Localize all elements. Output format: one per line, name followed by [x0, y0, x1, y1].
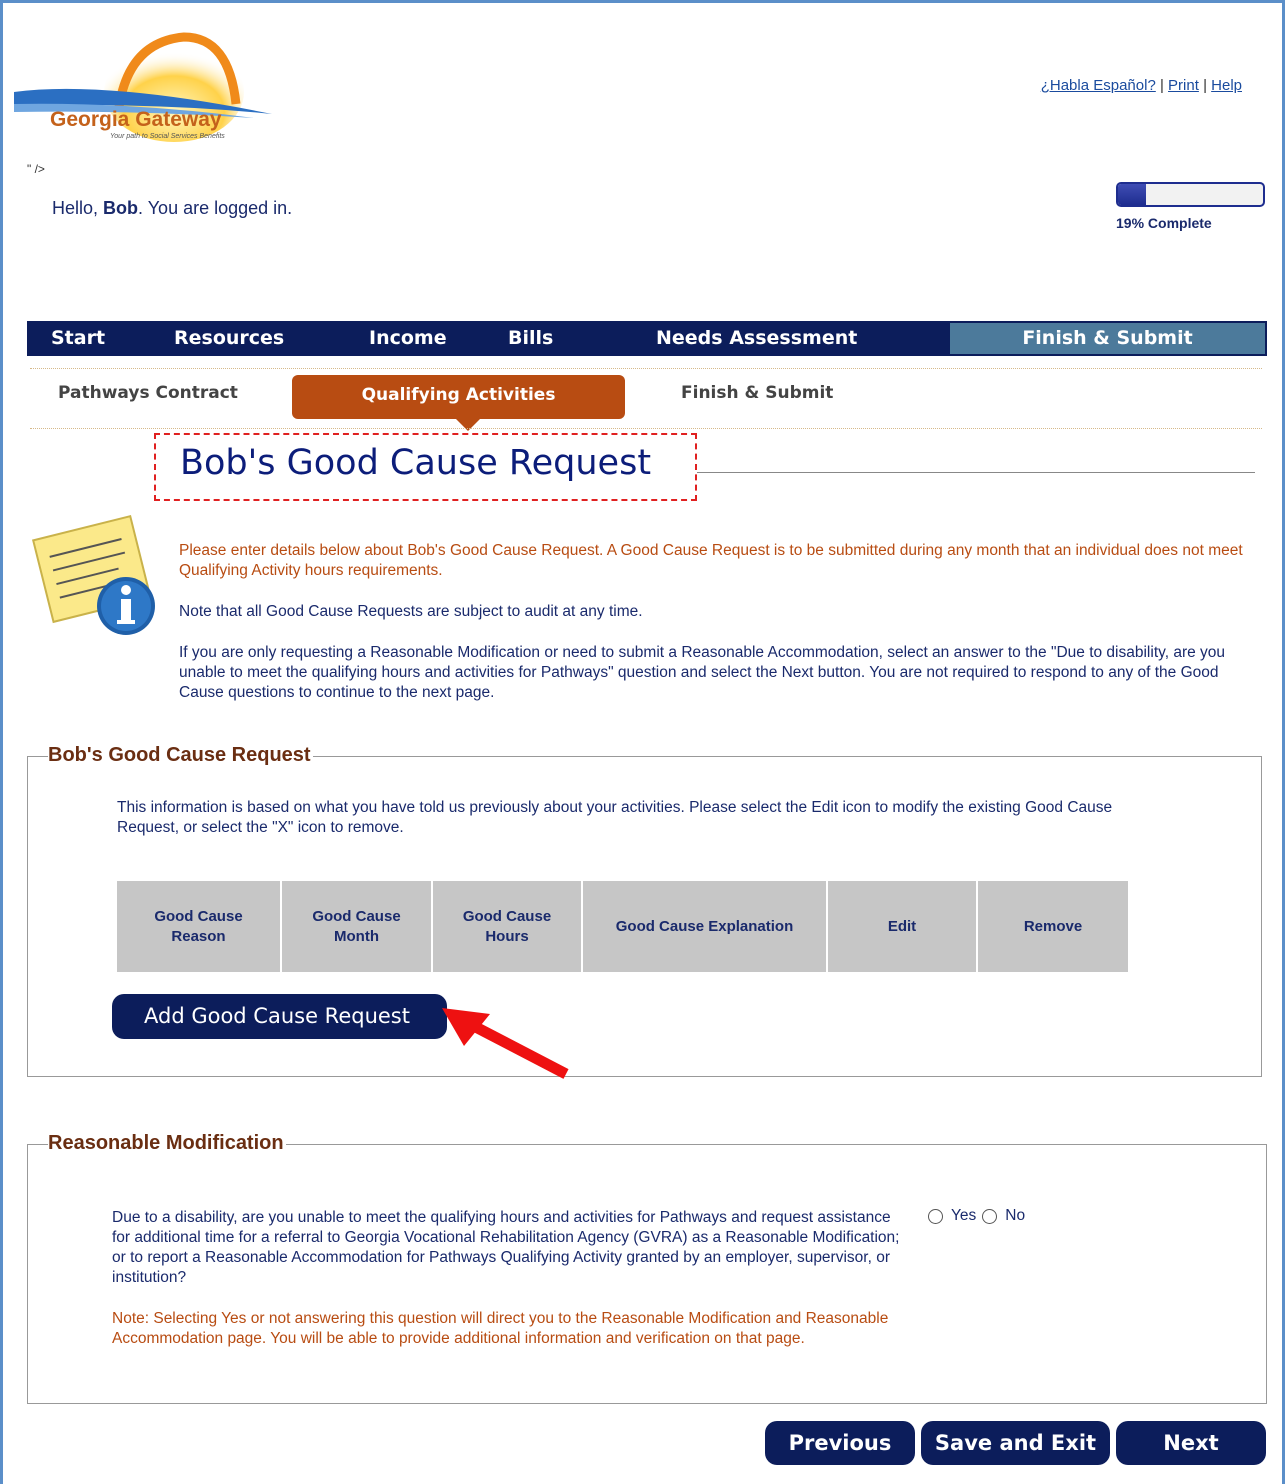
greeting: Hello, Bob. You are logged in.	[52, 198, 292, 219]
help-link[interactable]: Help	[1211, 77, 1242, 94]
col-header-month: Good Cause Month	[282, 881, 433, 972]
radio-yes[interactable]	[928, 1208, 943, 1224]
intro-paragraph-3: If you are only requesting a Reasonable …	[179, 644, 1226, 701]
good-cause-description: This information is based on what you ha…	[117, 799, 1113, 836]
add-good-cause-request-button[interactable]: Add Good Cause Request	[112, 994, 447, 1039]
progress-bar	[1116, 182, 1265, 207]
intro-paragraph-2: Note that all Good Cause Requests are su…	[179, 603, 643, 620]
stray-markup-text: " />	[27, 162, 45, 176]
page-title: Bob's Good Cause Request	[180, 443, 652, 483]
col-header-hours-label: Good Cause Hours	[462, 907, 552, 945]
previous-button[interactable]: Previous	[765, 1421, 915, 1465]
nav-start[interactable]: Start	[51, 321, 105, 356]
nav-bills[interactable]: Bills	[508, 321, 553, 356]
col-header-remove: Remove	[978, 881, 1128, 972]
subnav-bottom-divider	[30, 428, 1262, 429]
logo-tagline: Your path to Social Services Benefits	[110, 133, 225, 140]
intro-paragraph-1: Please enter details below about Bob's G…	[179, 542, 1243, 579]
col-header-edit: Edit	[828, 881, 978, 972]
subnav-pathways-contract[interactable]: Pathways Contract	[58, 383, 238, 403]
reasonable-modification-legend: Reasonable Modification	[48, 1132, 286, 1155]
red-annotation-arrow-icon	[442, 1008, 569, 1079]
reasonable-modification-question: Due to a disability, are you unable to m…	[112, 1209, 900, 1286]
nav-resources[interactable]: Resources	[174, 321, 284, 356]
col-header-explanation: Good Cause Explanation	[583, 881, 828, 972]
subnav-active-pointer	[456, 419, 480, 431]
spanish-link[interactable]: ¿Habla Español?	[1041, 77, 1156, 94]
subnav-finish-submit[interactable]: Finish & Submit	[681, 383, 833, 403]
good-cause-legend: Bob's Good Cause Request	[48, 744, 313, 767]
top-links: ¿Habla Español? | Print | Help	[1041, 77, 1242, 94]
progress-fill	[1118, 184, 1146, 205]
progress-label: 19% Complete	[1116, 215, 1212, 231]
subnav-top-divider	[30, 368, 1262, 369]
save-and-exit-button[interactable]: Save and Exit	[921, 1421, 1110, 1465]
col-header-reason: Good Cause Reason	[117, 881, 282, 972]
nav-needs-assessment[interactable]: Needs Assessment	[656, 321, 857, 356]
radio-no-label: No	[1005, 1207, 1026, 1224]
info-note-icon	[31, 514, 155, 635]
link-separator: |	[1159, 77, 1169, 94]
radio-yes-label: Yes	[951, 1207, 977, 1224]
next-button[interactable]: Next	[1116, 1421, 1266, 1465]
nav-finish-submit[interactable]: Finish & Submit	[948, 321, 1267, 356]
reasonable-modification-note: Note: Selecting Yes or not answering thi…	[112, 1310, 889, 1347]
good-cause-table: Good Cause Reason Good Cause Month Good …	[117, 881, 1128, 972]
col-header-reason-label: Good Cause Reason	[154, 907, 243, 945]
disability-radio-group: Yes No	[928, 1207, 1025, 1225]
radio-no[interactable]	[982, 1208, 998, 1224]
user-name: Bob	[103, 198, 139, 218]
subnav-qualifying-activities[interactable]: Qualifying Activities	[292, 375, 625, 419]
col-header-month-label: Good Cause Month	[312, 907, 401, 945]
col-header-hours: Good Cause Hours	[433, 881, 583, 972]
title-underline	[697, 472, 1255, 473]
nav-income[interactable]: Income	[369, 321, 447, 356]
greeting-prefix: Hello,	[52, 198, 104, 218]
print-link[interactable]: Print	[1168, 77, 1199, 94]
greeting-suffix: . You are logged in.	[138, 198, 293, 218]
main-nav: Start Resources Income Bills Needs Asses…	[27, 321, 1267, 356]
logo-text: Georgia Gateway	[50, 108, 222, 131]
link-separator: |	[1203, 77, 1212, 94]
